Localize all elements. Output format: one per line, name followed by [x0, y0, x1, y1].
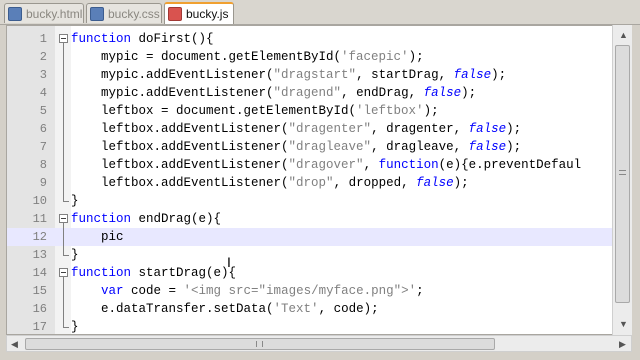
- tab-label: bucky.html: [26, 6, 83, 21]
- fold-guide-line: [63, 277, 64, 327]
- line-number: 17: [32, 320, 47, 334]
- tab-bucky-js[interactable]: bucky.js: [164, 2, 234, 24]
- line-number: 11: [32, 212, 47, 226]
- line-number: 12: [32, 230, 47, 244]
- code-line[interactable]: 6 leftbox.addEventListener("dragenter", …: [7, 120, 619, 138]
- line-number: 7: [39, 140, 47, 154]
- code-line[interactable]: 15 var code = '<img src="images/myface.p…: [7, 282, 619, 300]
- code-line[interactable]: 14 function startDrag(e){: [7, 264, 619, 282]
- fold-end-marker: [63, 327, 69, 328]
- scroll-down-arrow-icon[interactable]: ▼: [619, 319, 628, 329]
- code-line[interactable]: 7 leftbox.addEventListener("dragleave", …: [7, 138, 619, 156]
- code-text[interactable]: mypic.addEventListener("dragstart", star…: [71, 66, 506, 84]
- scroll-left-arrow-icon[interactable]: ◀: [11, 339, 18, 349]
- code-line[interactable]: 12 pic: [7, 228, 619, 246]
- line-number: 13: [32, 248, 47, 262]
- code-line[interactable]: 1 function doFirst(){: [7, 30, 619, 48]
- code-text[interactable]: leftbox = document.getElementById('leftb…: [71, 102, 439, 120]
- code-text[interactable]: function endDrag(e){: [71, 210, 221, 228]
- line-number: 3: [39, 68, 47, 82]
- line-number: 15: [32, 284, 47, 298]
- code-line[interactable]: 9 leftbox.addEventListener("drop", dropp…: [7, 174, 619, 192]
- code-text[interactable]: leftbox.addEventListener("dragleave", dr…: [71, 138, 521, 156]
- line-number: 1: [39, 32, 47, 46]
- code-line[interactable]: 3 mypic.addEventListener("dragstart", st…: [7, 66, 619, 84]
- tab-bucky-css[interactable]: bucky.css: [86, 3, 162, 23]
- fold-guide-line: [63, 223, 64, 255]
- horizontal-scroll-thumb[interactable]: [25, 338, 495, 350]
- fold-toggle-icon[interactable]: [59, 34, 68, 43]
- line-number: 14: [32, 266, 47, 280]
- file-saved-icon: [8, 6, 22, 21]
- code-line[interactable]: 17}: [7, 318, 619, 334]
- grip-icon: [256, 341, 263, 347]
- code-text[interactable]: leftbox.addEventListener("dragenter", dr…: [71, 120, 521, 138]
- code-line[interactable]: 4 mypic.addEventListener("dragend", endD…: [7, 84, 619, 102]
- line-number: 2: [39, 50, 47, 64]
- tab-bar: bucky.html bucky.css bucky.js: [0, 0, 640, 25]
- scroll-right-arrow-icon[interactable]: ▶: [619, 339, 626, 349]
- code-line[interactable]: 13}: [7, 246, 619, 264]
- line-number: 8: [39, 158, 47, 172]
- code-text[interactable]: e.dataTransfer.setData('Text', code);: [71, 300, 379, 318]
- fold-end-marker: [63, 255, 69, 256]
- code-text[interactable]: }: [71, 318, 79, 334]
- code-editor[interactable]: 1 function doFirst(){2 mypic = document.g…: [6, 25, 632, 335]
- code-line[interactable]: 8 leftbox.addEventListener("dragover", f…: [7, 156, 619, 174]
- code-text[interactable]: }: [71, 246, 79, 264]
- grip-icon: [619, 170, 626, 175]
- code-text[interactable]: mypic = document.getElementById('facepic…: [71, 48, 424, 66]
- code-line[interactable]: 5 leftbox = document.getElementById('lef…: [7, 102, 619, 120]
- horizontal-scrollbar[interactable]: ◀ ▶: [6, 335, 632, 352]
- code-text[interactable]: function startDrag(e){: [71, 264, 236, 282]
- code-line[interactable]: 16 e.dataTransfer.setData('Text', code);: [7, 300, 619, 318]
- code-line[interactable]: 10}: [7, 192, 619, 210]
- code-text[interactable]: function doFirst(){: [71, 30, 214, 48]
- line-number: 10: [32, 194, 47, 208]
- line-number: 6: [39, 122, 47, 136]
- scroll-up-arrow-icon[interactable]: ▲: [619, 30, 628, 40]
- code-text[interactable]: }: [71, 192, 79, 210]
- line-number: 5: [39, 104, 47, 118]
- tab-label: bucky.js: [186, 7, 229, 21]
- tab-label: bucky.css: [108, 6, 160, 21]
- file-unsaved-icon: [168, 7, 182, 21]
- line-number: 9: [39, 176, 47, 190]
- code-text[interactable]: pic: [71, 228, 124, 246]
- code-text[interactable]: mypic.addEventListener("dragend", endDra…: [71, 84, 476, 102]
- code-line[interactable]: 11 function endDrag(e){: [7, 210, 619, 228]
- tab-bucky-html[interactable]: bucky.html: [4, 3, 84, 23]
- code-text[interactable]: leftbox.addEventListener("dragover", fun…: [71, 156, 581, 174]
- line-number: 16: [32, 302, 47, 316]
- fold-end-marker: [63, 201, 69, 202]
- code-text[interactable]: leftbox.addEventListener("drop", dropped…: [71, 174, 469, 192]
- line-number: 4: [39, 86, 47, 100]
- code-text[interactable]: var code = '<img src="images/myface.png"…: [71, 282, 424, 300]
- mouse-ibeam-cursor-icon: I: [227, 254, 231, 270]
- code-line[interactable]: 2 mypic = document.getElementById('facep…: [7, 48, 619, 66]
- fold-toggle-icon[interactable]: [59, 268, 68, 277]
- vertical-scroll-thumb[interactable]: [615, 45, 630, 303]
- fold-guide-line: [63, 43, 64, 201]
- file-saved-icon: [90, 6, 104, 21]
- vertical-scrollbar[interactable]: ▲ ▼: [612, 25, 632, 335]
- fold-toggle-icon[interactable]: [59, 214, 68, 223]
